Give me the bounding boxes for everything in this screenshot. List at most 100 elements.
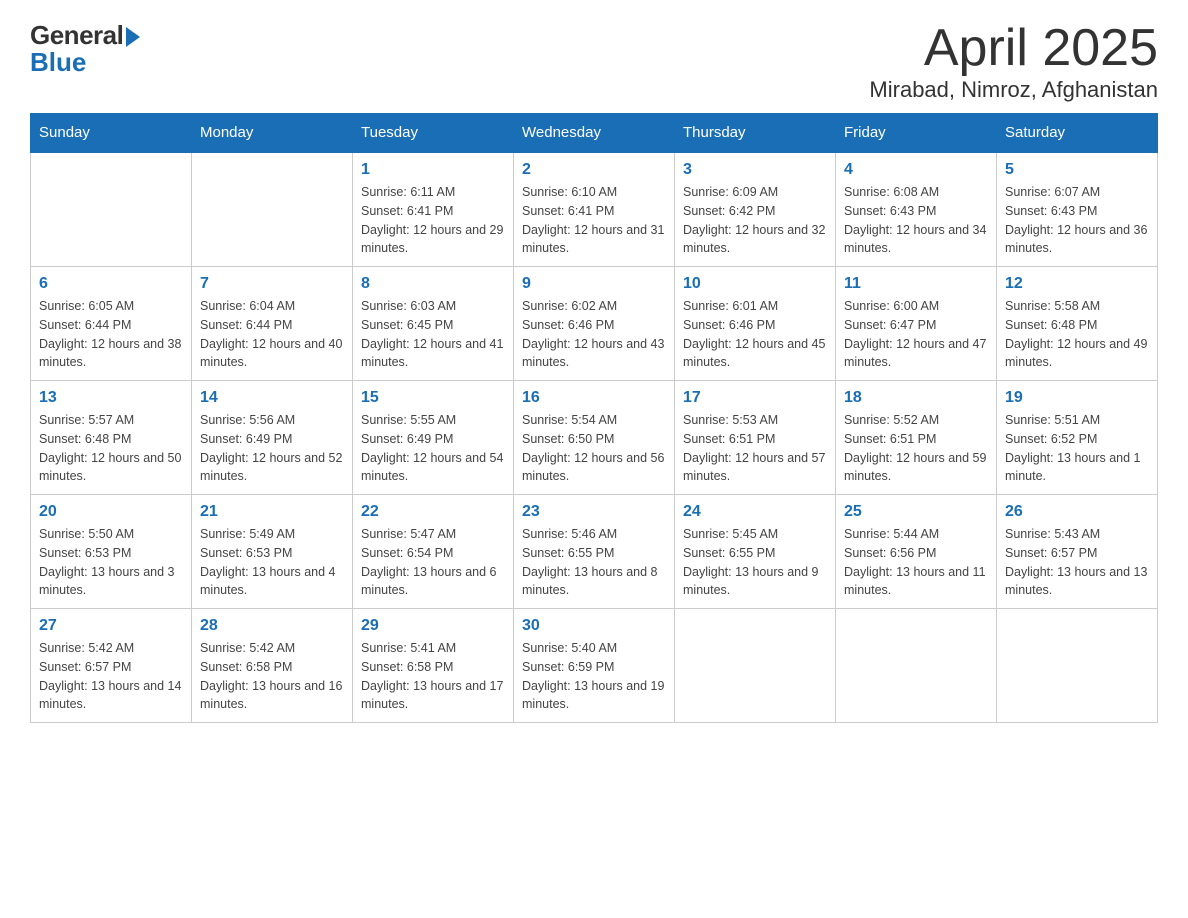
calendar-cell: 12 Sunrise: 5:58 AMSunset: 6:48 PMDayligh… — [997, 267, 1158, 381]
day-number: 10 — [683, 275, 827, 293]
calendar-cell: 16Sunrise: 5:54 AMSunset: 6:50 PMDayligh… — [514, 381, 675, 495]
day-number: 28 — [200, 617, 344, 635]
day-number: 14 — [200, 389, 344, 407]
day-of-week-header: Tuesday — [353, 114, 514, 153]
day-info: Sunrise: 5:43 AMSunset: 6:57 PMDaylight:… — [1005, 525, 1149, 600]
day-number: 24 — [683, 503, 827, 521]
calendar-cell: 15 Sunrise: 5:55 AMSunset: 6:49 PMDayligh… — [353, 381, 514, 495]
day-number: 30 — [522, 617, 666, 635]
title-block: April 2025 Mirabad, Nimroz, Afghanistan — [869, 20, 1158, 103]
day-number: 23 — [522, 503, 666, 521]
day-info: Sunrise: 6:00 AMSunset: 6:47 PMDaylight:… — [844, 297, 988, 372]
calendar-cell: 20 Sunrise: 5:50 AMSunset: 6:53 PMDayligh… — [31, 495, 192, 609]
day-of-week-header: Sunday — [31, 114, 192, 153]
calendar-cell: 29 Sunrise: 5:41 AMSunset: 6:58 PMDayligh… — [353, 609, 514, 723]
day-info: Sunrise: 5:41 AMSunset: 6:58 PMDaylight:… — [361, 639, 505, 714]
day-info: Sunrise: 5:57 AMSunset: 6:48 PMDaylight:… — [39, 411, 183, 486]
calendar-cell: 13 Sunrise: 5:57 AMSunset: 6:48 PMDayligh… — [31, 381, 192, 495]
day-number: 17 — [683, 389, 827, 407]
day-info: Sunrise: 6:08 AMSunset: 6:43 PMDaylight:… — [844, 183, 988, 258]
day-number: 9 — [522, 275, 666, 293]
calendar-header: SundayMondayTuesdayWednesdayThursdayFrid… — [31, 114, 1158, 153]
day-info: Sunrise: 5:52 AMSunset: 6:51 PMDaylight:… — [844, 411, 988, 486]
calendar-cell: 1 Sunrise: 6:11 AMSunset: 6:41 PMDaylight… — [353, 152, 514, 267]
calendar-cell — [997, 609, 1158, 723]
calendar-cell: 19Sunrise: 5:51 AMSunset: 6:52 PMDayligh… — [997, 381, 1158, 495]
calendar-week-row: 6 Sunrise: 6:05 AMSunset: 6:44 PMDaylight… — [31, 267, 1158, 381]
calendar-week-row: 20 Sunrise: 5:50 AMSunset: 6:53 PMDayligh… — [31, 495, 1158, 609]
day-number: 21 — [200, 503, 344, 521]
day-of-week-header: Friday — [836, 114, 997, 153]
day-number: 16 — [522, 389, 666, 407]
calendar-table: SundayMondayTuesdayWednesdayThursdayFrid… — [30, 113, 1158, 723]
day-info: Sunrise: 5:44 AMSunset: 6:56 PMDaylight:… — [844, 525, 988, 600]
day-number: 1 — [361, 161, 505, 179]
calendar-cell — [675, 609, 836, 723]
day-number: 12 — [1005, 275, 1149, 293]
calendar-cell: 18 Sunrise: 5:52 AMSunset: 6:51 PMDayligh… — [836, 381, 997, 495]
day-number: 20 — [39, 503, 183, 521]
day-info: Sunrise: 6:03 AMSunset: 6:45 PMDaylight:… — [361, 297, 505, 372]
day-info: Sunrise: 5:56 AMSunset: 6:49 PMDaylight:… — [200, 411, 344, 486]
calendar-cell: 11 Sunrise: 6:00 AMSunset: 6:47 PMDayligh… — [836, 267, 997, 381]
logo: General Blue — [30, 20, 140, 78]
day-number: 25 — [844, 503, 988, 521]
calendar-cell: 2 Sunrise: 6:10 AMSunset: 6:41 PMDaylight… — [514, 152, 675, 267]
day-info: Sunrise: 6:07 AMSunset: 6:43 PMDaylight:… — [1005, 183, 1149, 258]
calendar-week-row: 27Sunrise: 5:42 AMSunset: 6:57 PMDayligh… — [31, 609, 1158, 723]
day-info: Sunrise: 5:58 AMSunset: 6:48 PMDaylight:… — [1005, 297, 1149, 372]
calendar-cell: 22Sunrise: 5:47 AMSunset: 6:54 PMDayligh… — [353, 495, 514, 609]
day-of-week-header: Thursday — [675, 114, 836, 153]
calendar-cell: 7 Sunrise: 6:04 AMSunset: 6:44 PMDaylight… — [192, 267, 353, 381]
day-number: 5 — [1005, 161, 1149, 179]
calendar-week-row: 1 Sunrise: 6:11 AMSunset: 6:41 PMDaylight… — [31, 152, 1158, 267]
day-info: Sunrise: 6:01 AMSunset: 6:46 PMDaylight:… — [683, 297, 827, 372]
day-info: Sunrise: 5:46 AMSunset: 6:55 PMDaylight:… — [522, 525, 666, 600]
day-info: Sunrise: 5:50 AMSunset: 6:53 PMDaylight:… — [39, 525, 183, 600]
calendar-cell: 26 Sunrise: 5:43 AMSunset: 6:57 PMDayligh… — [997, 495, 1158, 609]
calendar-cell: 28Sunrise: 5:42 AMSunset: 6:58 PMDayligh… — [192, 609, 353, 723]
day-number: 26 — [1005, 503, 1149, 521]
calendar-cell: 8 Sunrise: 6:03 AMSunset: 6:45 PMDaylight… — [353, 267, 514, 381]
page-header: General Blue April 2025 Mirabad, Nimroz,… — [30, 20, 1158, 103]
calendar-body: 1 Sunrise: 6:11 AMSunset: 6:41 PMDaylight… — [31, 152, 1158, 723]
page-title: April 2025 — [869, 20, 1158, 77]
day-info: Sunrise: 5:51 AMSunset: 6:52 PMDaylight:… — [1005, 411, 1149, 486]
page-subtitle: Mirabad, Nimroz, Afghanistan — [869, 77, 1158, 103]
calendar-cell: 14 Sunrise: 5:56 AMSunset: 6:49 PMDayligh… — [192, 381, 353, 495]
day-info: Sunrise: 5:42 AMSunset: 6:57 PMDaylight:… — [39, 639, 183, 714]
day-number: 6 — [39, 275, 183, 293]
calendar-cell: 23 Sunrise: 5:46 AMSunset: 6:55 PMDayligh… — [514, 495, 675, 609]
day-number: 15 — [361, 389, 505, 407]
day-of-week-header: Monday — [192, 114, 353, 153]
day-info: Sunrise: 6:09 AMSunset: 6:42 PMDaylight:… — [683, 183, 827, 258]
logo-blue-text: Blue — [30, 47, 86, 78]
day-info: Sunrise: 5:45 AMSunset: 6:55 PMDaylight:… — [683, 525, 827, 600]
calendar-cell: 5 Sunrise: 6:07 AMSunset: 6:43 PMDaylight… — [997, 152, 1158, 267]
day-number: 13 — [39, 389, 183, 407]
day-number: 18 — [844, 389, 988, 407]
day-info: Sunrise: 6:05 AMSunset: 6:44 PMDaylight:… — [39, 297, 183, 372]
calendar-cell — [31, 152, 192, 267]
day-number: 7 — [200, 275, 344, 293]
day-info: Sunrise: 6:04 AMSunset: 6:44 PMDaylight:… — [200, 297, 344, 372]
calendar-cell: 30Sunrise: 5:40 AMSunset: 6:59 PMDayligh… — [514, 609, 675, 723]
day-number: 29 — [361, 617, 505, 635]
day-info: Sunrise: 5:53 AMSunset: 6:51 PMDaylight:… — [683, 411, 827, 486]
day-number: 3 — [683, 161, 827, 179]
day-info: Sunrise: 5:55 AMSunset: 6:49 PMDaylight:… — [361, 411, 505, 486]
logo-triangle-icon — [126, 27, 140, 47]
calendar-cell: 27Sunrise: 5:42 AMSunset: 6:57 PMDayligh… — [31, 609, 192, 723]
day-number: 2 — [522, 161, 666, 179]
calendar-cell: 21Sunrise: 5:49 AMSunset: 6:53 PMDayligh… — [192, 495, 353, 609]
day-number: 8 — [361, 275, 505, 293]
calendar-cell: 25 Sunrise: 5:44 AMSunset: 6:56 PMDayligh… — [836, 495, 997, 609]
day-number: 22 — [361, 503, 505, 521]
day-number: 11 — [844, 275, 988, 293]
day-info: Sunrise: 6:10 AMSunset: 6:41 PMDaylight:… — [522, 183, 666, 258]
calendar-cell: 17 Sunrise: 5:53 AMSunset: 6:51 PMDayligh… — [675, 381, 836, 495]
day-info: Sunrise: 6:11 AMSunset: 6:41 PMDaylight:… — [361, 183, 505, 258]
calendar-cell — [836, 609, 997, 723]
day-info: Sunrise: 6:02 AMSunset: 6:46 PMDaylight:… — [522, 297, 666, 372]
calendar-cell: 24 Sunrise: 5:45 AMSunset: 6:55 PMDayligh… — [675, 495, 836, 609]
